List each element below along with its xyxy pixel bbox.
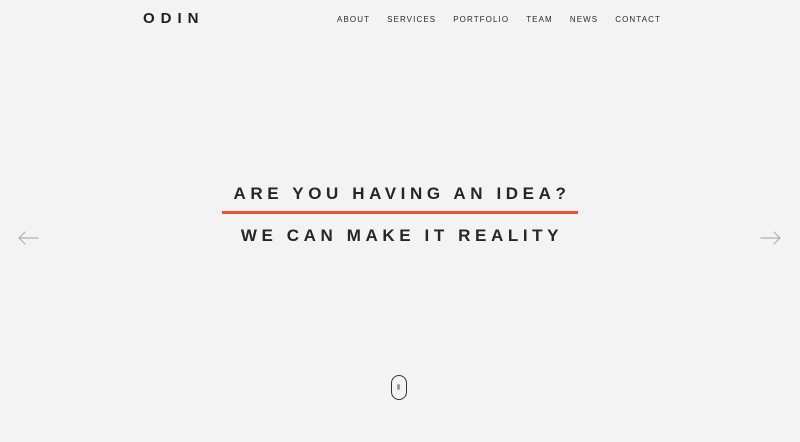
mouse-scroll-icon[interactable] [391,375,407,400]
page: ODIN ABOUT SERVICES PORTFOLIO TEAM NEWS … [0,0,800,442]
main-nav: ABOUT SERVICES PORTFOLIO TEAM NEWS CONTA… [320,15,661,25]
nav-item-news[interactable]: NEWS [570,15,598,25]
nav-item-about[interactable]: ABOUT [337,15,370,25]
nav-item-services[interactable]: SERVICES [387,15,436,25]
nav-item-contact[interactable]: CONTACT [615,15,661,25]
hero-subline: WE CAN MAKE IT REALITY [240,226,564,245]
site-logo[interactable]: ODIN [143,10,205,27]
hero-divider [222,211,578,214]
mouse-wheel [397,384,400,390]
hero-headline: ARE YOU HAVING AN IDEA? [233,184,571,203]
nav-item-team[interactable]: TEAM [526,15,553,25]
hero-section: ARE YOU HAVING AN IDEA? WE CAN MAKE IT R… [0,182,800,248]
nav-item-portfolio[interactable]: PORTFOLIO [453,15,509,25]
